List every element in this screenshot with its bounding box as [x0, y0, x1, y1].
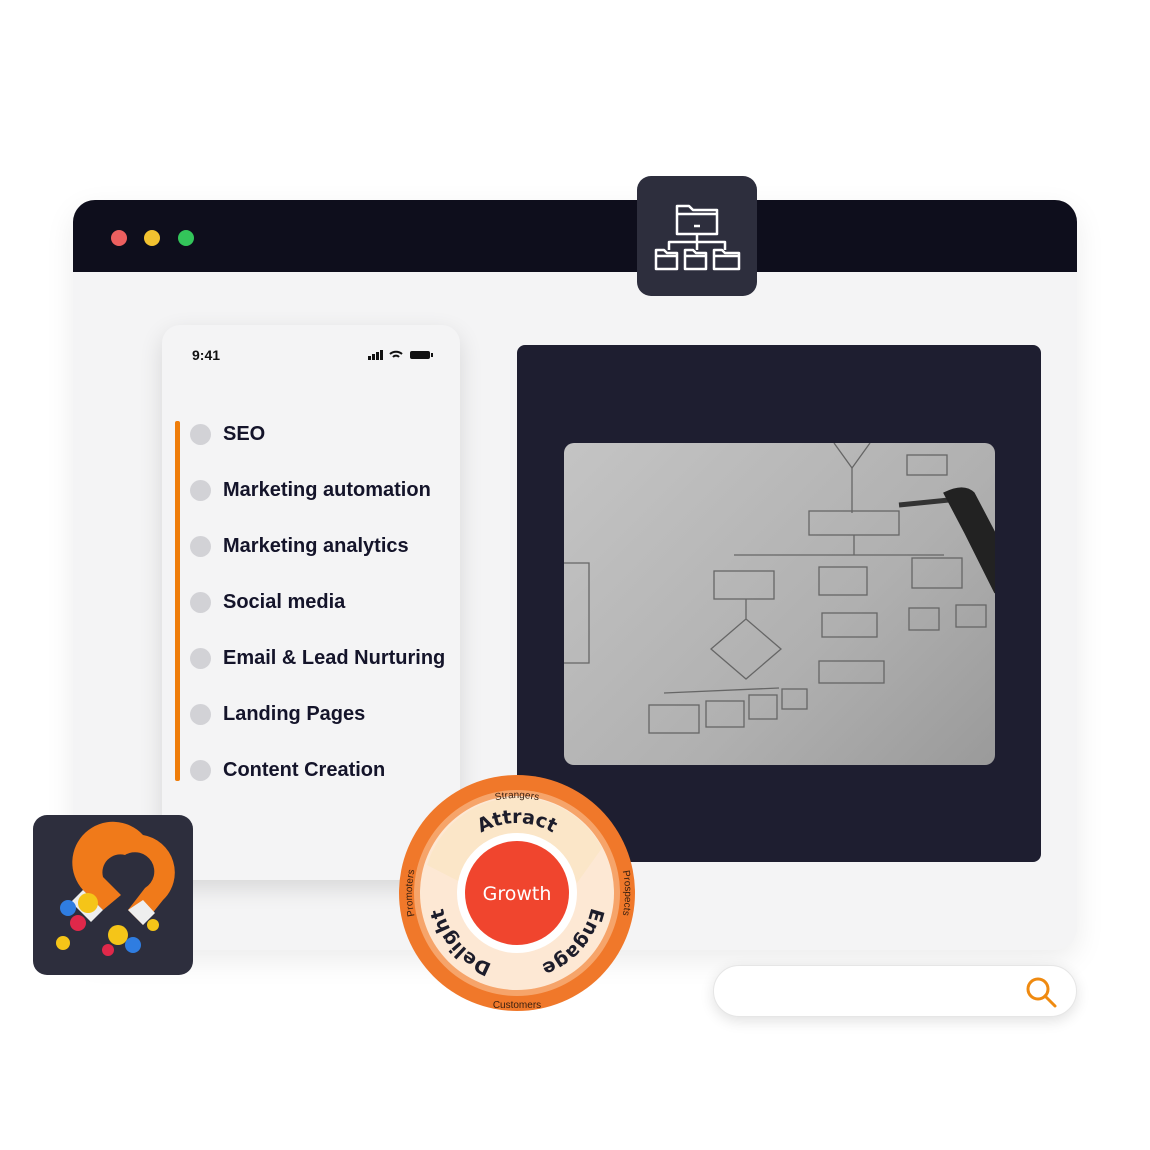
menu-item-email[interactable]: Email & Lead Nurturing	[190, 643, 445, 673]
menu-item-landing-pages[interactable]: Landing Pages	[190, 699, 365, 729]
battery-icon	[410, 351, 433, 359]
close-dot[interactable]	[111, 230, 127, 246]
maximize-dot[interactable]	[178, 230, 194, 246]
menu-item-marketing-automation[interactable]: Marketing automation	[190, 475, 431, 505]
folder-hierarchy-icon	[654, 204, 741, 271]
item-label: Landing Pages	[223, 702, 366, 725]
item-label: Social media	[223, 590, 346, 613]
bullet-icon	[190, 759, 211, 781]
search-input[interactable]	[734, 978, 1018, 1006]
bullet-icon	[190, 535, 211, 557]
bullet-icon	[190, 647, 211, 669]
search-bar[interactable]	[713, 965, 1077, 1017]
bullet-icon	[190, 703, 211, 725]
item-label: Marketing automation	[223, 478, 431, 501]
status-icons	[368, 350, 433, 360]
bullet-icon	[190, 479, 211, 501]
flywheel-diagram: Growth Attract Engage Delight Strangers …	[399, 775, 635, 1011]
search-icon[interactable]	[1024, 975, 1058, 1009]
item-label: Email & Lead Nurturing	[223, 646, 446, 669]
item-label: Marketing analytics	[223, 534, 409, 557]
label-customers: Customers	[493, 1000, 541, 1011]
menu-item-social-media[interactable]: Social media	[190, 587, 345, 617]
menu-item-content-creation[interactable]: Content Creation	[190, 755, 385, 785]
item-label: Content Creation	[223, 758, 386, 781]
active-indicator	[175, 421, 180, 781]
flywheel-center: Growth	[483, 883, 552, 905]
bullet-icon	[190, 591, 211, 613]
folder-tile	[637, 176, 757, 296]
minimize-dot[interactable]	[144, 230, 160, 246]
bullet-icon	[190, 423, 211, 445]
whiteboard-photo	[564, 443, 995, 765]
menu-item-marketing-analytics[interactable]: Marketing analytics	[190, 531, 409, 561]
item-label: SEO	[223, 422, 266, 445]
menu-item-seo[interactable]: SEO	[190, 419, 265, 449]
magnet-icon	[56, 821, 175, 956]
status-time: 9:41	[192, 347, 221, 363]
wifi-icon	[389, 350, 403, 358]
signal-icon	[368, 350, 383, 360]
magnet-tile	[33, 815, 193, 975]
title-bar	[73, 200, 1077, 272]
